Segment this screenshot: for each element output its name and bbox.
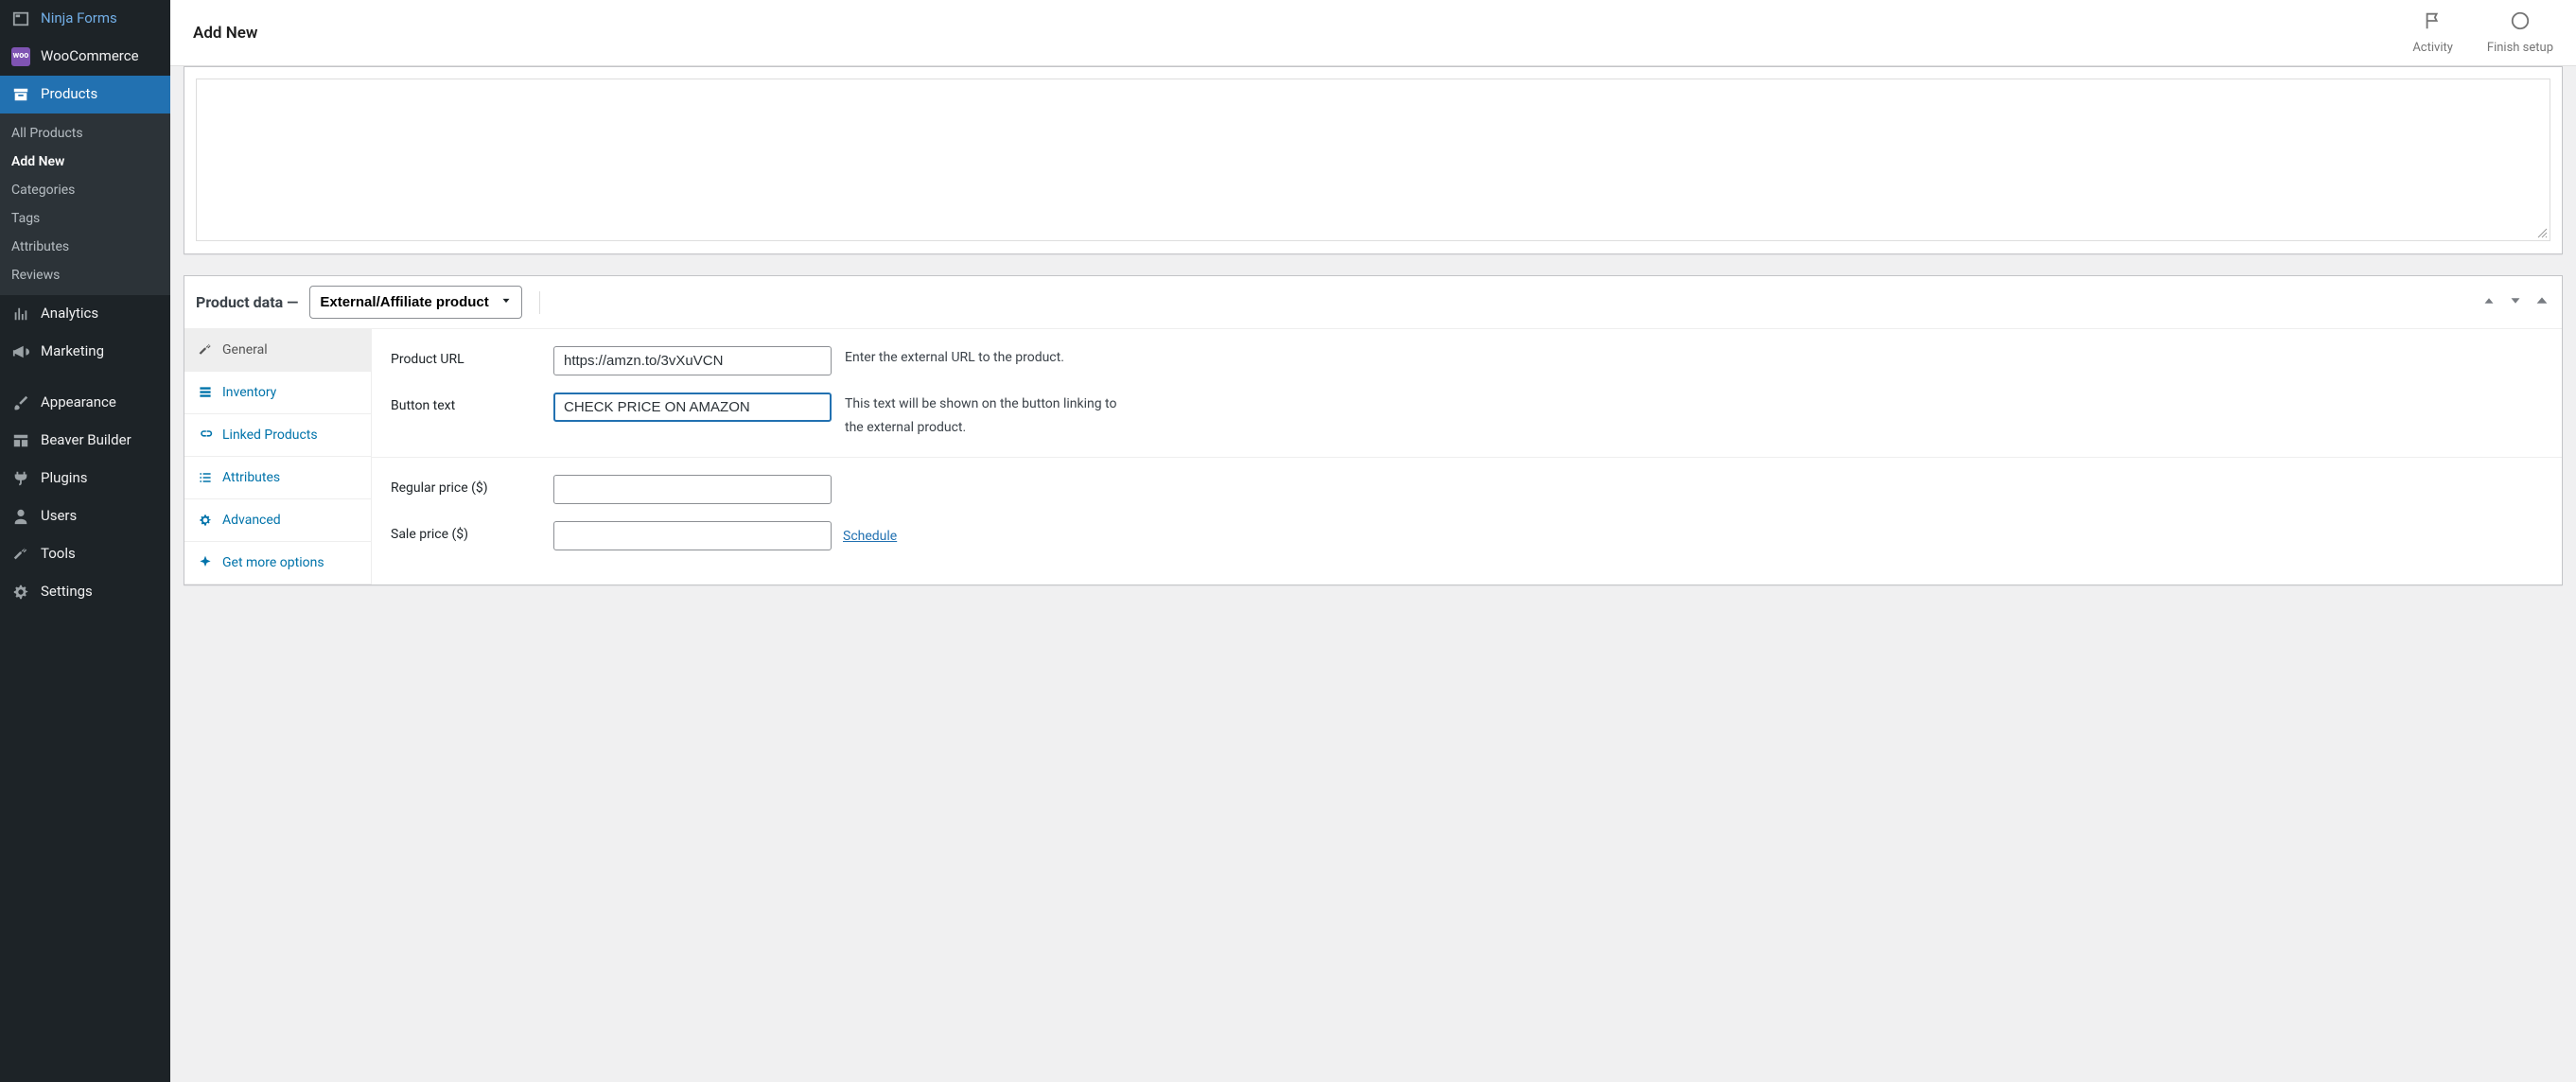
brush-icon [11, 393, 30, 412]
link-icon [198, 428, 213, 443]
button-text-input[interactable] [553, 393, 832, 422]
circle-icon [2510, 10, 2531, 35]
tab-label: Linked Products [222, 428, 318, 443]
wrench-icon [11, 545, 30, 564]
sidebar-item-woocommerce[interactable]: woo WooCommerce [0, 38, 170, 76]
button-text-label: Button text [391, 393, 553, 413]
product-url-input[interactable] [553, 346, 832, 375]
product-data-box: Product data — External/Affiliate produc… [184, 275, 2563, 585]
subitem-all-products[interactable]: All Products [0, 119, 170, 148]
sidebar-item-label: Products [41, 85, 97, 104]
panel-toggle-button[interactable] [2533, 292, 2550, 313]
subitem-attributes[interactable]: Attributes [0, 233, 170, 261]
metabox-controls [2480, 292, 2550, 313]
admin-sidebar: Ninja Forms woo WooCommerce Products All… [0, 0, 170, 1082]
tab-inventory[interactable]: Inventory [184, 372, 371, 414]
tab-linked-products[interactable]: Linked Products [184, 414, 371, 457]
resize-handle-icon[interactable] [2536, 227, 2548, 238]
tab-advanced[interactable]: Advanced [184, 499, 371, 542]
tab-attributes[interactable]: Attributes [184, 457, 371, 499]
subitem-reviews[interactable]: Reviews [0, 261, 170, 289]
megaphone-icon [11, 342, 30, 361]
sparkle-icon [198, 555, 213, 570]
product-data-heading: Product data — [196, 293, 298, 311]
finish-setup-label: Finish setup [2487, 41, 2553, 55]
tab-label: General [222, 342, 268, 358]
product-data-tabs: General Inventory Linked Products Attrib… [184, 329, 372, 585]
wrench-icon [198, 342, 213, 358]
product-type-select[interactable]: External/Affiliate product [309, 286, 522, 319]
tab-get-more-options[interactable]: Get more options [184, 542, 371, 585]
sidebar-item-settings[interactable]: Settings [0, 573, 170, 611]
page-title: Add New [193, 24, 257, 43]
sidebar-item-analytics[interactable]: Analytics [0, 295, 170, 333]
chart-icon [11, 305, 30, 323]
tab-label: Inventory [222, 385, 276, 400]
sidebar-item-label: Plugins [41, 469, 87, 488]
archive-icon [11, 85, 30, 104]
regular-price-label: Regular price ($) [391, 475, 553, 496]
sidebar-item-label: WooCommerce [41, 47, 139, 66]
form-icon [11, 9, 30, 28]
sidebar-item-label: Marketing [41, 342, 104, 361]
general-options-panel: Product URL Enter the external URL to th… [372, 329, 2562, 585]
tab-label: Advanced [222, 513, 281, 528]
sidebar-item-label: Beaver Builder [41, 431, 131, 450]
sidebar-item-beaver-builder[interactable]: Beaver Builder [0, 422, 170, 460]
sidebar-item-appearance[interactable]: Appearance [0, 384, 170, 422]
subitem-tags[interactable]: Tags [0, 204, 170, 233]
topbar: Add New Activity Finish setup [170, 0, 2576, 66]
product-url-label: Product URL [391, 346, 553, 367]
sidebar-item-label: Settings [41, 583, 93, 602]
panel-down-button[interactable] [2507, 292, 2524, 313]
sale-price-label: Sale price ($) [391, 521, 553, 542]
sidebar-item-label: Analytics [41, 305, 98, 323]
plug-icon [11, 469, 30, 488]
description-editor[interactable] [196, 79, 2550, 241]
flag-icon [2423, 10, 2444, 35]
sidebar-item-marketing[interactable]: Marketing [0, 333, 170, 371]
button-text-help: This text will be shown on the button li… [845, 393, 1138, 440]
inventory-icon [198, 385, 213, 400]
product-url-help: Enter the external URL to the product. [845, 346, 1064, 370]
activity-label: Activity [2412, 41, 2453, 55]
woocommerce-icon: woo [11, 47, 30, 66]
tab-label: Attributes [222, 470, 280, 485]
sidebar-item-label: Tools [41, 545, 76, 564]
subitem-add-new[interactable]: Add New [0, 148, 170, 176]
tab-general[interactable]: General [184, 329, 371, 372]
sidebar-item-label: Appearance [41, 393, 116, 412]
tab-label: Get more options [222, 555, 324, 570]
schedule-link[interactable]: Schedule [843, 529, 897, 544]
subitem-categories[interactable]: Categories [0, 176, 170, 204]
gear-icon [11, 583, 30, 602]
sidebar-item-tools[interactable]: Tools [0, 535, 170, 573]
sidebar-item-label: Users [41, 507, 77, 526]
layout-icon [11, 431, 30, 450]
sidebar-item-products[interactable]: Products [0, 76, 170, 113]
finish-setup-button[interactable]: Finish setup [2487, 10, 2553, 55]
products-submenu: All Products Add New Categories Tags Att… [0, 113, 170, 295]
description-editor-box [184, 66, 2563, 254]
activity-button[interactable]: Activity [2412, 10, 2453, 55]
user-icon [11, 507, 30, 526]
sidebar-item-plugins[interactable]: Plugins [0, 460, 170, 497]
regular-price-input[interactable] [553, 475, 832, 504]
panel-up-button[interactable] [2480, 292, 2497, 313]
product-data-header: Product data — External/Affiliate produc… [184, 276, 2562, 329]
sidebar-item-users[interactable]: Users [0, 497, 170, 535]
sidebar-item-label: Ninja Forms [41, 9, 117, 28]
gear-icon [198, 513, 213, 528]
list-icon [198, 470, 213, 485]
sidebar-item-ninja-forms[interactable]: Ninja Forms [0, 0, 170, 38]
sale-price-input[interactable] [553, 521, 832, 550]
